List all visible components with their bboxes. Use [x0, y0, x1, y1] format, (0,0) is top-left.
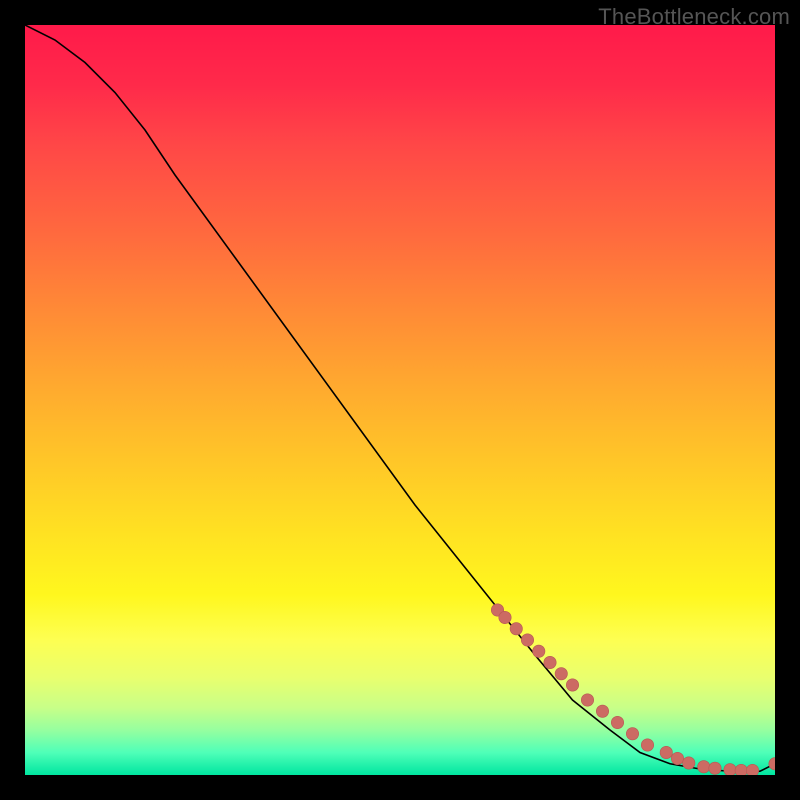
chart-marker: [735, 764, 747, 775]
chart-marker: [698, 761, 710, 773]
chart-marker: [596, 705, 608, 717]
chart-svg: [25, 25, 775, 775]
chart-curve: [25, 25, 775, 771]
chart-marker: [499, 611, 511, 623]
watermark-text: TheBottleneck.com: [598, 4, 790, 30]
chart-marker: [641, 739, 653, 751]
chart-marker: [683, 757, 695, 769]
chart-marker: [533, 645, 545, 657]
chart-marker: [746, 764, 758, 775]
chart-markers-group: [491, 604, 775, 775]
chart-marker: [671, 752, 683, 764]
chart-marker: [521, 634, 533, 646]
chart-marker: [660, 746, 672, 758]
chart-plot-area: [25, 25, 775, 775]
chart-marker: [566, 679, 578, 691]
chart-marker: [555, 668, 567, 680]
chart-marker: [709, 762, 721, 774]
chart-marker: [544, 656, 556, 668]
chart-marker: [611, 716, 623, 728]
chart-marker: [581, 694, 593, 706]
chart-marker: [724, 764, 736, 775]
chart-marker: [510, 623, 522, 635]
chart-marker: [626, 728, 638, 740]
chart-marker: [769, 758, 775, 770]
